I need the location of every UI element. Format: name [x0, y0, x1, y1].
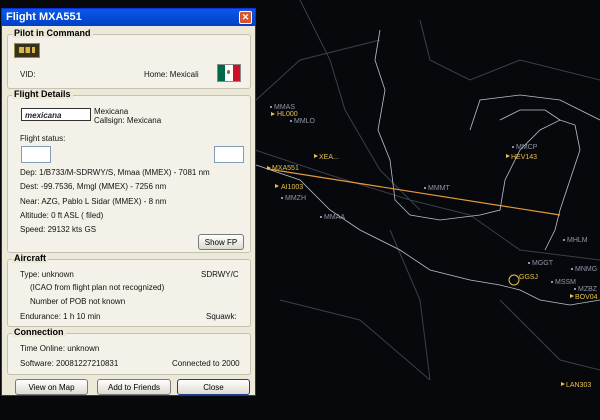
- mexico-flag-icon: [217, 64, 241, 82]
- fix-mmas: MMAS: [270, 104, 295, 111]
- close-button[interactable]: Close: [177, 379, 250, 395]
- svg-text:MHLM: MHLM: [567, 237, 588, 244]
- svg-text:AI1003: AI1003: [281, 184, 303, 191]
- software-info: Software: 20081227210831: [20, 359, 119, 368]
- vid-label: VID:: [20, 70, 36, 79]
- time-online: Time Online: unknown: [20, 344, 100, 353]
- aircraft-ggsj: GGSJ: [508, 274, 538, 286]
- fix-mmzh: MMZH: [281, 195, 306, 202]
- svg-text:MMCP: MMCP: [516, 144, 538, 151]
- aircraft-lan303: LAN303: [561, 382, 591, 389]
- connection-heading: Connection: [12, 327, 66, 337]
- svg-text:MNMG: MNMG: [575, 266, 597, 273]
- connection-section: Connection Time Online: unknown Software…: [7, 327, 251, 375]
- flight-info-window: Flight MXA551 ✕ Pilot in Command VID: Ho…: [1, 8, 256, 396]
- svg-text:MMAA: MMAA: [324, 214, 345, 221]
- icao-note: (ICAO from flight plan not recognized): [30, 283, 165, 292]
- flight-status-right-box: [214, 146, 244, 163]
- flight-details-section: Flight Details mexicana Mexicana Callsig…: [7, 89, 251, 253]
- fix-mmaa: MMAA: [320, 214, 345, 221]
- aircraft-section: Aircraft Type: unknown SDRWY/C (ICAO fro…: [7, 253, 251, 327]
- fix-labels: MMAS MMLO MMMT MMZH MMAA MMCP MGGT MHLM …: [270, 104, 598, 293]
- svg-text:LAN303: LAN303: [566, 382, 591, 389]
- svg-text:MMZH: MMZH: [285, 195, 306, 202]
- connected-to: Connected to 2000: [172, 359, 240, 368]
- svg-text:MMMT: MMMT: [428, 185, 450, 192]
- flight-status-left-box: [21, 146, 51, 163]
- near-info: Near: AZG, Pablo L Sidar (MMEX) - 8 nm: [20, 197, 167, 206]
- speed-info: Speed: 29132 kts GS: [20, 225, 97, 234]
- fix-mzbz: MZBZ: [574, 286, 598, 293]
- callsign: Callsign: Mexicana: [94, 116, 162, 125]
- aircraft-labels[interactable]: HL000 MXA551 AI1003 XEA... HEV143 GGSJ B…: [267, 111, 598, 389]
- svg-text:GGSJ: GGSJ: [519, 274, 538, 281]
- pilot-heading: Pilot in Command: [12, 28, 93, 38]
- window-titlebar[interactable]: Flight MXA551 ✕: [2, 9, 255, 26]
- airline-name: Mexicana: [94, 107, 129, 116]
- endurance-info: Endurance: 1 h 10 min: [20, 312, 101, 321]
- svg-text:MMAS: MMAS: [274, 104, 295, 111]
- fix-mhlm: MHLM: [563, 237, 588, 244]
- svg-text:MMLO: MMLO: [294, 118, 316, 125]
- svg-text:XEA...: XEA...: [319, 154, 339, 161]
- fix-mmlo: MMLO: [290, 118, 316, 125]
- aircraft-bov04: BOV04: [570, 294, 598, 301]
- fix-mssm: MSSM: [551, 279, 576, 286]
- altitude-info: Altitude: 0 ft ASL ( filed): [20, 211, 104, 220]
- svg-text:BOV04: BOV04: [575, 294, 598, 301]
- fix-mggt: MGGT: [528, 260, 554, 267]
- destination-info: Dest: -99.7536, Mmgl (MMEX) - 7256 nm: [20, 182, 167, 191]
- aircraft-type: Type: unknown: [20, 270, 74, 279]
- show-fp-button[interactable]: Show FP: [198, 234, 244, 250]
- svg-text:MZBZ: MZBZ: [578, 286, 598, 293]
- flight-details-heading: Flight Details: [12, 89, 73, 99]
- fix-mmcp: MMCP: [512, 144, 538, 151]
- airline-logo-icon: mexicana: [21, 108, 91, 121]
- fix-mnmg: MNMG: [571, 266, 597, 273]
- aircraft-hl000: HL000: [271, 111, 298, 118]
- pilot-rank-badge-icon: [14, 43, 40, 58]
- svg-text:MGGT: MGGT: [532, 260, 554, 267]
- squawk-label: Squawk:: [206, 312, 237, 321]
- aircraft-hev143: HEV143: [506, 154, 537, 161]
- pilot-section: Pilot in Command VID: Home: Mexicali: [7, 28, 251, 89]
- close-icon[interactable]: ✕: [239, 11, 252, 24]
- view-on-map-button[interactable]: View on Map: [15, 379, 88, 395]
- home-label: Home: Mexicali: [144, 70, 199, 79]
- fix-mmmt: MMMT: [424, 185, 450, 192]
- svg-text:HL000: HL000: [277, 111, 298, 118]
- svg-text:MSSM: MSSM: [555, 279, 576, 286]
- window-title: Flight MXA551: [6, 11, 82, 23]
- svg-text:HEV143: HEV143: [511, 154, 537, 161]
- aircraft-equipment: SDRWY/C: [201, 270, 239, 279]
- aircraft-ai1003: AI1003: [275, 184, 303, 191]
- aircraft-heading: Aircraft: [12, 253, 49, 263]
- flight-status-label: Flight status:: [20, 134, 66, 143]
- departure-info: Dep: 1/B733/M-SDRWY/S, Mmaa (MMEX) - 708…: [20, 168, 210, 177]
- aircraft-mxa551: MXA551: [267, 165, 299, 172]
- pob-info: Number of POB not known: [30, 297, 126, 306]
- svg-text:MXA551: MXA551: [272, 165, 299, 172]
- add-to-friends-button[interactable]: Add to Friends: [97, 379, 171, 395]
- aircraft-xea: XEA...: [314, 154, 339, 161]
